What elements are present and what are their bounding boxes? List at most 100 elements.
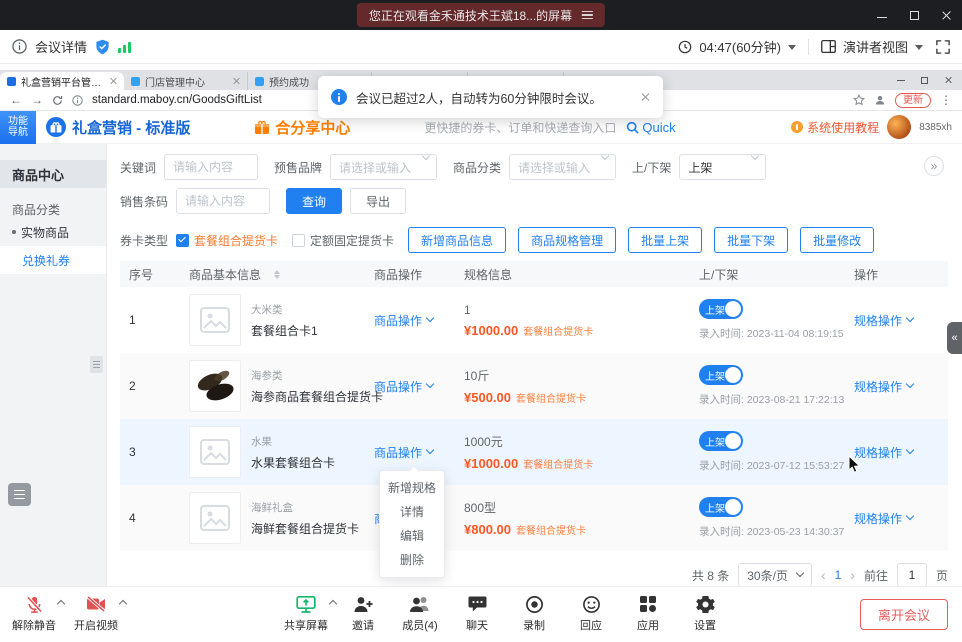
keyword-input[interactable]: [164, 154, 258, 180]
maximize-button[interactable]: [898, 0, 930, 30]
sort-icon[interactable]: [274, 270, 280, 279]
profile-icon[interactable]: [874, 94, 886, 106]
tutorial-link[interactable]: 系统使用教程: [791, 119, 879, 136]
sidebar-section-product-center[interactable]: 商品中心: [0, 160, 106, 188]
notification-close-icon[interactable]: [640, 92, 650, 102]
start-video-button[interactable]: 开启视频: [74, 594, 118, 633]
share-center-link[interactable]: 合分享中心: [254, 117, 350, 138]
bookmark-star-icon[interactable]: [853, 94, 865, 106]
tab-favicon: [7, 77, 16, 86]
record-button[interactable]: 录制: [512, 594, 556, 633]
mic-options-caret[interactable]: [57, 600, 65, 608]
add-product-button[interactable]: 新增商品信息: [408, 227, 506, 253]
checkbox-fixed-card[interactable]: [292, 234, 305, 247]
page-size-select[interactable]: 30条/页: [738, 563, 812, 586]
shelf-toggle[interactable]: 上架: [699, 365, 743, 385]
header-product-info[interactable]: 商品基本信息: [180, 266, 365, 283]
function-nav-button[interactable]: 功能 导航: [0, 111, 36, 144]
shield-icon[interactable]: [95, 39, 110, 55]
banner-menu-icon[interactable]: [582, 11, 593, 20]
checkbox-combo-card-label[interactable]: 套餐组合提货卡: [194, 232, 278, 249]
settings-button[interactable]: 设置: [683, 594, 727, 633]
batch-edit-button[interactable]: 批量修改: [800, 227, 874, 253]
unmute-button[interactable]: 解除静音: [12, 594, 56, 633]
batch-on-shelf-button[interactable]: 批量上架: [628, 227, 702, 253]
card-type-label: 券卡类型: [120, 232, 168, 249]
browser-update-button[interactable]: 更新: [895, 93, 931, 108]
shelf-toggle[interactable]: 上架: [699, 497, 743, 517]
reactions-button[interactable]: 回应: [569, 594, 613, 633]
members-button[interactable]: 成员(4): [398, 594, 442, 633]
fullscreen-icon[interactable]: [936, 40, 950, 54]
browser-menu-icon[interactable]: ⋮: [940, 93, 952, 107]
export-button[interactable]: 导出: [350, 188, 406, 214]
product-action-link-open[interactable]: 商品操作: [374, 444, 433, 461]
sidebar-collapse-handle[interactable]: [90, 356, 103, 373]
browser-close-button[interactable]: [944, 76, 952, 84]
chat-button[interactable]: 聊天: [455, 594, 499, 633]
product-image-placeholder: [189, 294, 241, 346]
bullet-icon: [12, 230, 16, 234]
current-page[interactable]: 1: [835, 568, 842, 582]
dropdown-item-delete[interactable]: 删除: [380, 548, 444, 572]
chevron-down-icon: [906, 446, 914, 454]
view-caret-icon[interactable]: [915, 45, 923, 54]
shelf-select[interactable]: 上架: [679, 154, 766, 180]
sidebar-item-physical-goods[interactable]: 实物商品: [0, 220, 106, 244]
dropdown-item-detail[interactable]: 详情: [380, 500, 444, 524]
camera-options-caret[interactable]: [119, 600, 127, 608]
tab-close-icon[interactable]: [232, 77, 240, 85]
shelf-toggle[interactable]: 上架: [699, 431, 743, 451]
leave-meeting-button[interactable]: 离开会议: [860, 599, 948, 630]
meeting-details-label[interactable]: 会议详情: [35, 37, 87, 56]
category-select[interactable]: 请选择或输入: [509, 154, 616, 180]
spec-action-link[interactable]: 规格操作: [854, 312, 913, 329]
shelf-toggle[interactable]: 上架: [699, 299, 743, 319]
back-icon[interactable]: ←: [10, 93, 22, 107]
browser-tab-gift-admin[interactable]: 礼盒营销平台管理中心: [0, 72, 124, 90]
app-logo[interactable]: 礼盒营销 - 标准版: [46, 117, 190, 138]
meeting-timer[interactable]: 04:47(60分钟): [699, 37, 781, 56]
filter-expand-button[interactable]: »: [924, 156, 944, 176]
search-button[interactable]: 查询: [286, 188, 342, 214]
checkbox-combo-card[interactable]: [176, 234, 189, 247]
goto-page-input[interactable]: [897, 563, 927, 586]
share-options-caret[interactable]: [329, 600, 337, 608]
minimize-button[interactable]: [866, 0, 898, 30]
user-avatar[interactable]: [887, 115, 911, 139]
meeting-list-toggle[interactable]: [8, 483, 31, 506]
forward-icon[interactable]: →: [31, 93, 43, 107]
product-action-link[interactable]: 商品操作: [374, 312, 433, 329]
sidebar-item-product-category[interactable]: 商品分类: [0, 198, 106, 220]
product-action-link[interactable]: 商品操作: [374, 378, 433, 395]
share-screen-button[interactable]: 共享屏幕: [284, 594, 328, 633]
panel-collapse-handle[interactable]: «: [947, 322, 962, 354]
spec-action-link[interactable]: 规格操作: [854, 510, 913, 527]
timer-caret-icon[interactable]: [788, 45, 796, 54]
tab-close-icon[interactable]: [109, 77, 117, 85]
checkbox-fixed-card-label[interactable]: 定额固定提货卡: [310, 232, 394, 249]
batch-off-shelf-button[interactable]: 批量下架: [714, 227, 788, 253]
prev-page-button[interactable]: ‹: [821, 567, 826, 583]
view-mode-label[interactable]: 演讲者视图: [843, 37, 908, 56]
barcode-input[interactable]: [176, 188, 270, 214]
quick-search-link[interactable]: Quick: [626, 120, 675, 135]
spec-manage-button[interactable]: 商品规格管理: [518, 227, 616, 253]
browser-tab-store-admin[interactable]: 门店管理中心: [124, 72, 248, 90]
site-info-icon[interactable]: [72, 95, 83, 106]
dropdown-item-add-spec[interactable]: 新增规格: [380, 476, 444, 500]
spec-action-link[interactable]: 规格操作: [854, 444, 913, 461]
apps-button[interactable]: 应用: [626, 594, 670, 633]
invite-button[interactable]: 邀请: [341, 594, 385, 633]
browser-minimize-button[interactable]: [897, 80, 905, 81]
spec-action-link[interactable]: 规格操作: [854, 378, 913, 395]
next-page-button[interactable]: ›: [850, 567, 855, 583]
url-text[interactable]: standard.maboy.cn/GoodsGiftList: [92, 94, 262, 106]
brand-select[interactable]: 请选择或输入: [330, 154, 437, 180]
refresh-icon[interactable]: [52, 95, 63, 106]
row-index: 3: [120, 445, 180, 459]
sidebar-item-gift-coupons[interactable]: 兑换礼券: [0, 246, 106, 274]
close-button[interactable]: [930, 0, 962, 30]
dropdown-item-edit[interactable]: 编辑: [380, 524, 444, 548]
browser-maximize-button[interactable]: [921, 77, 928, 84]
